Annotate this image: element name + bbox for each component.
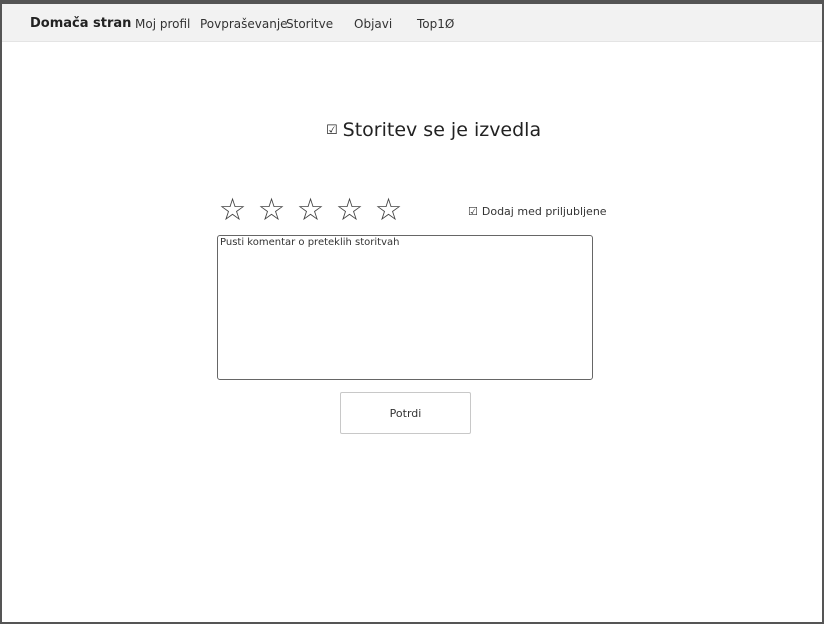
nav-item-my-profile[interactable]: Moj profil — [135, 17, 190, 31]
nav-item-inquiry[interactable]: Povpraševanje — [200, 17, 288, 31]
star-icon[interactable]: ☆ — [333, 195, 366, 226]
nav-item-top10[interactable]: Top1Ø — [417, 17, 454, 31]
add-to-favorites-checkbox[interactable]: ☑ Dodaj med priljubljene — [468, 205, 607, 218]
star-icon[interactable]: ☆ — [294, 195, 327, 226]
service-completed-heading: Storitev se je izvedla — [342, 119, 542, 141]
nav-item-services[interactable]: Storitve — [286, 17, 333, 31]
checkbox-checked-icon[interactable]: ☑ — [468, 205, 478, 218]
top-navbar: Domača stran Moj profil Povpraševanje St… — [2, 4, 822, 42]
star-icon[interactable]: ☆ — [216, 195, 249, 226]
nav-home-link[interactable]: Domača stran — [30, 16, 131, 31]
add-to-favorites-label: Dodaj med priljubljene — [481, 205, 607, 218]
checkbox-checked-icon[interactable]: ☑ — [326, 123, 338, 138]
star-icon[interactable]: ☆ — [372, 195, 405, 226]
nav-item-publish[interactable]: Objavi — [354, 17, 392, 31]
comment-textarea[interactable] — [217, 235, 593, 380]
confirm-button[interactable]: Potrdi — [340, 392, 471, 434]
star-icon[interactable]: ☆ — [255, 195, 288, 226]
service-completed-row: ☑ Storitev se je izvedla — [326, 119, 541, 141]
star-rating: ☆ ☆ ☆ ☆ ☆ — [216, 195, 405, 226]
